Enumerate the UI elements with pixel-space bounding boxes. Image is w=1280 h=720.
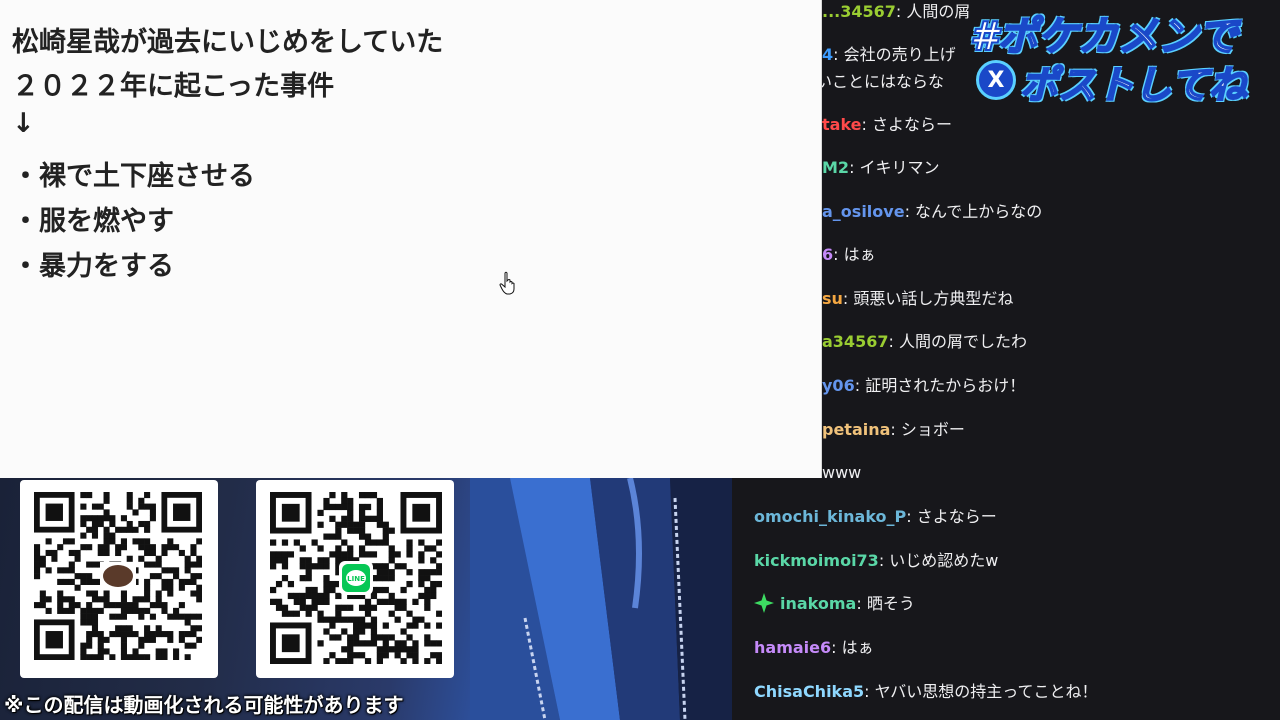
chat-username[interactable]: ChisaChika5 xyxy=(754,682,864,701)
chat-message: inakoma: 晒そう xyxy=(754,592,1274,616)
qr-code-card-left xyxy=(20,480,218,678)
chat-message-text: なんで上からなの xyxy=(915,202,1043,221)
chat-message-text: www xyxy=(822,463,862,482)
chat-username[interactable]: 6 xyxy=(822,245,833,264)
chat-message: a_osilove: なんで上からなの xyxy=(822,200,1274,224)
chat-username[interactable]: 4 xyxy=(822,45,833,64)
chat-message: kickmoimoi73: いじめ認めたw xyxy=(754,549,1274,573)
chat-message-text: 証明されたからおけ！ xyxy=(865,376,1026,395)
qr-code-right: LINE xyxy=(270,492,442,664)
chat-message: su: 頭悪い話し方典型だね xyxy=(822,287,1274,311)
chat-username[interactable]: a_osilove xyxy=(822,202,905,221)
chat-message: petaina: ショボー xyxy=(822,418,1274,442)
chat-message-text: 晒そう xyxy=(866,594,915,613)
chat-username[interactable]: take xyxy=(822,115,862,134)
chat-separator: : xyxy=(890,420,901,439)
speech-bubble-icon xyxy=(100,562,136,590)
notes-bullet-3: ・暴力をする xyxy=(12,251,174,282)
stream-disclaimer: ※この配信は動画化される可能性があります xyxy=(4,693,404,717)
line-app-icon: LINE xyxy=(339,561,373,595)
chat-username[interactable]: petaina xyxy=(822,420,890,439)
chat-separator: : xyxy=(895,2,907,21)
chat-message-text: さよならー xyxy=(916,507,997,526)
chat-message-text: ヤバい思想の持主ってことね！ xyxy=(874,682,1098,701)
chat-separator: : xyxy=(878,551,890,570)
chat-separator: : xyxy=(864,682,875,701)
chat-message-text: はぁ xyxy=(843,245,876,264)
chat-message: omochi_kinako_P: さよならー xyxy=(754,505,1274,529)
chat-message: a34567: 人間の屑でしたわ xyxy=(822,330,1274,354)
qr-code-left xyxy=(34,492,202,660)
chat-message: take: さよならー xyxy=(822,113,1274,137)
chat-separator: : xyxy=(904,202,916,221)
notes-bullet-2: ・服を燃やす xyxy=(12,206,174,237)
chat-message: 6: はぁ xyxy=(822,243,1274,267)
chat-message-text: 人間の屑でしたわ xyxy=(898,332,1027,351)
chat-username[interactable]: y06 xyxy=(822,376,855,395)
chat-separator: : xyxy=(856,594,867,613)
notes-window: 松崎星哉が過去にいじめをしていた ２０２２年に起こった事件 ↓ ・裸で土下座させ… xyxy=(0,0,822,478)
notes-bullet-1: ・裸で土下座させる xyxy=(12,161,255,192)
character-jacket-art xyxy=(470,478,732,720)
chat-username[interactable]: omochi_kinako_P xyxy=(754,507,906,526)
chat-message-text: イキリマン xyxy=(859,158,940,177)
chat-separator: : xyxy=(831,638,842,657)
chat-message: M2: イキリマン xyxy=(822,156,1274,180)
notes-line-2: ２０２２年に起こった事件 xyxy=(12,71,335,102)
chat-separator: : xyxy=(849,158,860,177)
chat-username[interactable]: inakoma xyxy=(780,594,856,613)
x-logo-icon: X xyxy=(976,60,1016,100)
svg-text:LINE: LINE xyxy=(347,575,365,583)
chat-message-text: はぁ xyxy=(841,638,874,657)
chat-username[interactable]: kickmoimoi73 xyxy=(754,551,879,570)
chat-separator: : xyxy=(906,507,917,526)
chat-separator: : xyxy=(888,332,899,351)
chat-separator: : xyxy=(833,45,844,64)
chat-message: hamaie6: はぁ xyxy=(754,636,1274,660)
chat-separator: : xyxy=(854,376,866,395)
chat-username[interactable]: a34567 xyxy=(822,332,888,351)
chat-username[interactable]: ...34567 xyxy=(822,2,896,21)
notes-line-1: 松崎星哉が過去にいじめをしていた xyxy=(12,27,444,58)
chat-username[interactable]: M2 xyxy=(822,158,849,177)
chat-message-text: 頭悪い話し方典型だね xyxy=(853,289,1014,308)
hand-cursor-icon xyxy=(499,271,515,295)
chat-message: ChisaChika5: ヤバい思想の持主ってことね！ xyxy=(754,680,1274,704)
chat-message-text: 人間の屑 xyxy=(906,2,971,21)
hashtag-line-2: ポストしてね xyxy=(1019,62,1248,108)
chat-message-text: さよならー xyxy=(872,115,953,134)
green-star-icon xyxy=(754,593,774,613)
chat-username[interactable]: su xyxy=(822,289,843,308)
chat-separator: : xyxy=(861,115,872,134)
chat-separator: : xyxy=(833,245,844,264)
qr-code-card-right: LINE xyxy=(256,480,454,678)
chat-message: y06: 証明されたからおけ！ xyxy=(822,374,1274,398)
chat-username[interactable]: hamaie6 xyxy=(754,638,831,657)
chat-message-text: 会社の売り上げ xyxy=(843,45,956,64)
notes-arrow: ↓ xyxy=(12,108,35,139)
chat-message-text: いことにはならな xyxy=(816,72,945,91)
chat-message: www xyxy=(822,461,1274,485)
chat-message-text: ショボー xyxy=(900,420,965,439)
hashtag-overlay: #ポケカメンで X ポストしてね xyxy=(966,2,1278,108)
chat-separator: : xyxy=(842,289,854,308)
chat-message-text: いじめ認めたw xyxy=(889,551,999,570)
